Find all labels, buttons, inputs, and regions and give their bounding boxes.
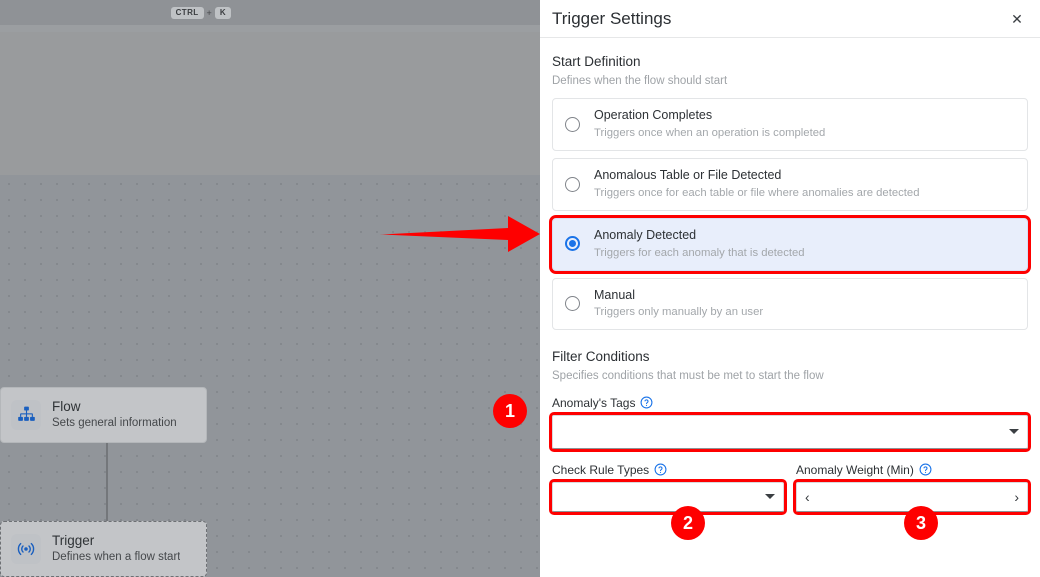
chevron-right-icon[interactable]: › <box>1014 490 1019 504</box>
canvas-toolbar-panel: CTRL + K <box>0 0 241 25</box>
help-icon[interactable] <box>654 463 667 476</box>
close-icon[interactable]: ✕ <box>1008 10 1026 28</box>
check-rule-types-label-row: Check Rule Types <box>552 463 784 477</box>
shortcut-key-k: K <box>214 6 231 19</box>
anomaly-tags-select[interactable] <box>549 411 1031 452</box>
annotation-badge-3: 3 <box>904 506 938 540</box>
anomaly-tags-group: Anomaly's Tags <box>549 396 1031 452</box>
panel-header: Trigger Settings ✕ <box>540 0 1040 38</box>
filter-conditions-subtitle: Specifies conditions that must be met to… <box>552 369 824 382</box>
chevron-down-icon[interactable] <box>765 494 775 500</box>
radio-icon-anomaly-detected[interactable] <box>565 236 580 252</box>
filter-conditions-title: Filter Conditions <box>552 349 650 365</box>
trigger-node-subtitle: Defines when a flow start <box>52 551 181 564</box>
radio-icon-manual[interactable] <box>565 296 580 312</box>
anomaly-tags-label-row: Anomaly's Tags <box>552 396 1028 410</box>
option-manual[interactable]: Manual Triggers only manually by an user <box>552 277 1028 331</box>
anomaly-weight-group: Anomaly Weight (Min) ‹ › <box>793 463 1031 515</box>
canvas-dot-grid <box>0 175 540 577</box>
chevron-left-icon[interactable]: ‹ <box>805 490 810 504</box>
annotation-badge-2: 2 <box>671 506 705 540</box>
filter-bottom-row: Check Rule Types Anomaly Weight (Min) ‹ … <box>549 463 1031 515</box>
start-definition-options: Operation Completes Triggers once when a… <box>549 98 1031 331</box>
option-operation-completes[interactable]: Operation Completes Triggers once when a… <box>552 98 1028 152</box>
option-label: Anomaly Detected <box>594 227 697 242</box>
option-description: Triggers for each anomaly that is detect… <box>594 246 805 259</box>
option-description: Triggers once for each table or file whe… <box>594 186 920 199</box>
flow-node-subtitle: Sets general information <box>52 417 177 430</box>
check-rule-types-label: Check Rule Types <box>552 462 650 477</box>
check-rule-types-group: Check Rule Types <box>549 463 787 515</box>
trigger-node[interactable]: Trigger Defines when a flow start <box>0 521 207 577</box>
page-title: Trigger Settings <box>552 8 672 28</box>
annotation-badge-1: 1 <box>493 394 527 428</box>
anomaly-weight-label: Anomaly Weight (Min) <box>796 462 914 477</box>
option-label: Operation Completes <box>594 108 713 123</box>
anomaly-weight-label-row: Anomaly Weight (Min) <box>796 463 1028 477</box>
anomaly-tags-label: Anomaly's Tags <box>552 395 636 410</box>
broadcast-icon <box>11 533 41 564</box>
flow-node[interactable]: Flow Sets general information <box>0 387 207 443</box>
flow-canvas[interactable]: CTRL + K Flow Sets general information T… <box>0 0 540 577</box>
shortcut-key-ctrl: CTRL <box>170 6 204 19</box>
option-label: Anomalous Table or File Detected <box>594 168 782 183</box>
start-definition-title: Start Definition <box>552 54 641 69</box>
panel-body: Start Definition Defines when the flow s… <box>540 38 1040 515</box>
option-description: Triggers once when an operation is compl… <box>594 127 826 140</box>
shortcut-plus: + <box>206 7 212 18</box>
trigger-settings-panel: Trigger Settings ✕ Start Definition Defi… <box>540 0 1040 577</box>
start-definition-subtitle: Defines when the flow should start <box>552 74 728 87</box>
check-rule-types-select[interactable] <box>549 478 787 515</box>
option-anomaly-detected[interactable]: Anomaly Detected Triggers for each anoma… <box>549 214 1031 274</box>
radio-icon-operation-completes[interactable] <box>565 116 580 132</box>
option-description: Triggers only manually by an user <box>594 306 764 319</box>
flow-node-title: Flow <box>52 399 81 414</box>
chevron-down-icon[interactable] <box>1009 429 1019 435</box>
canvas-band <box>0 25 540 32</box>
screen: CTRL + K Flow Sets general information T… <box>0 0 1040 577</box>
trigger-node-title: Trigger <box>52 533 95 548</box>
option-label: Manual <box>594 287 635 302</box>
help-icon[interactable] <box>640 396 653 409</box>
filter-conditions-section: Filter Conditions Specifies conditions t… <box>549 348 1031 515</box>
radio-icon-anomalous-table-or-file-detected[interactable] <box>565 176 580 192</box>
start-definition-section: Start Definition Defines when the flow s… <box>549 53 1031 331</box>
node-connector-line <box>106 437 108 522</box>
help-icon[interactable] <box>919 463 932 476</box>
hierarchy-icon <box>11 399 41 430</box>
option-anomalous-table-or-file-detected[interactable]: Anomalous Table or File Detected Trigger… <box>552 158 1028 211</box>
